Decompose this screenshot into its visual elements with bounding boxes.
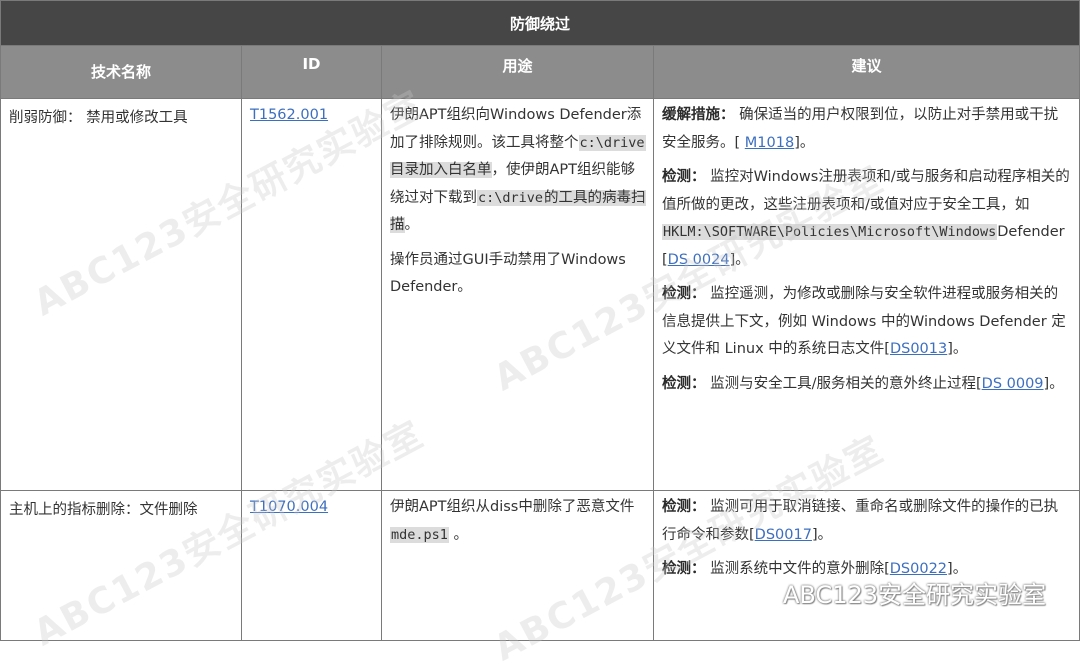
technique-cell: 主机上的指标删除：文件删除 <box>0 490 242 641</box>
advice-item: 检测： 监控遥测，为修改或删除与安全软件进程或服务相关的信息提供上下文，例如 W… <box>662 286 1066 357</box>
reference-link[interactable]: M1018 <box>745 135 794 151</box>
advice-cell: 检测： 监测可用于取消链接、重命名或删除文件的操作的已执行命令和参数[DS001… <box>652 490 1080 641</box>
inline-code: mde.ps1 <box>390 526 449 543</box>
usage-cell: 伊朗APT组织从diss中删除了恶意文件 mde.ps1 。 <box>381 490 654 641</box>
advice-item: 检测： 监测可用于取消链接、重命名或删除文件的操作的已执行命令和参数[DS001… <box>662 499 1059 543</box>
header-usage: 用途 <box>381 45 654 99</box>
advice-item: 检测： 监控对Windows注册表项和/或与服务和启动程序相关的值所做的更改，这… <box>662 169 1070 268</box>
brand-text: ABC123安全研究实验室 <box>782 581 1046 609</box>
defense-evasion-table: 防御绕过 技术名称 ID 用途 建议 削弱防御： 禁用或修改工具 T1562.0… <box>0 0 1080 641</box>
inline-code: HKLM:\SOFTWARE\Policies\Microsoft\Window… <box>662 224 998 240</box>
inline-code: c:\drive <box>578 134 646 151</box>
wechat-icon <box>746 577 777 609</box>
brand-mark: ABC123安全研究实验室 <box>746 575 1046 610</box>
technique-id-link[interactable]: T1070.004 <box>250 499 328 515</box>
id-cell: T1562.001 <box>241 98 382 491</box>
reference-link[interactable]: DS0013 <box>890 341 947 357</box>
technique-id-link[interactable]: T1562.001 <box>250 107 328 123</box>
table-row: 主机上的指标删除：文件删除 T1070.004 伊朗APT组织从diss中删除了… <box>0 490 1080 641</box>
header-technique: 技术名称 <box>0 45 242 99</box>
header-id: ID <box>241 45 382 99</box>
usage-paragraph: 伊朗APT组织向Windows Defender添加了排除规则。该工具将整个c:… <box>390 107 646 233</box>
usage-cell: 伊朗APT组织向Windows Defender添加了排除规则。该工具将整个c:… <box>381 98 654 491</box>
advice-item: 检测： 监测与安全工具/服务相关的意外终止过程[DS 0009]。 <box>662 375 1064 392</box>
technique-cell: 削弱防御： 禁用或修改工具 <box>0 98 242 491</box>
advice-item: 缓解措施： 确保适当的用户权限到位，以防止对手禁用或干扰安全服务。[ M1018… <box>662 107 1059 151</box>
reference-link[interactable]: DS 0024 <box>668 252 730 268</box>
table-row: 削弱防御： 禁用或修改工具 T1562.001 伊朗APT组织向Windows … <box>0 98 1080 491</box>
usage-paragraph: 伊朗APT组织从diss中删除了恶意文件 mde.ps1 。 <box>390 499 635 543</box>
id-cell: T1070.004 <box>241 490 382 641</box>
table-title: 防御绕过 <box>0 0 1080 46</box>
reference-link[interactable]: DS0017 <box>755 527 812 543</box>
header-advice: 建议 <box>652 45 1080 99</box>
reference-link[interactable]: DS 0009 <box>982 376 1044 392</box>
usage-paragraph: 操作员通过GUI手动禁用了Windows Defender。 <box>390 251 626 296</box>
advice-cell: 缓解措施： 确保适当的用户权限到位，以防止对手禁用或干扰安全服务。[ M1018… <box>652 98 1080 491</box>
inline-code: c:\drive <box>477 189 545 206</box>
